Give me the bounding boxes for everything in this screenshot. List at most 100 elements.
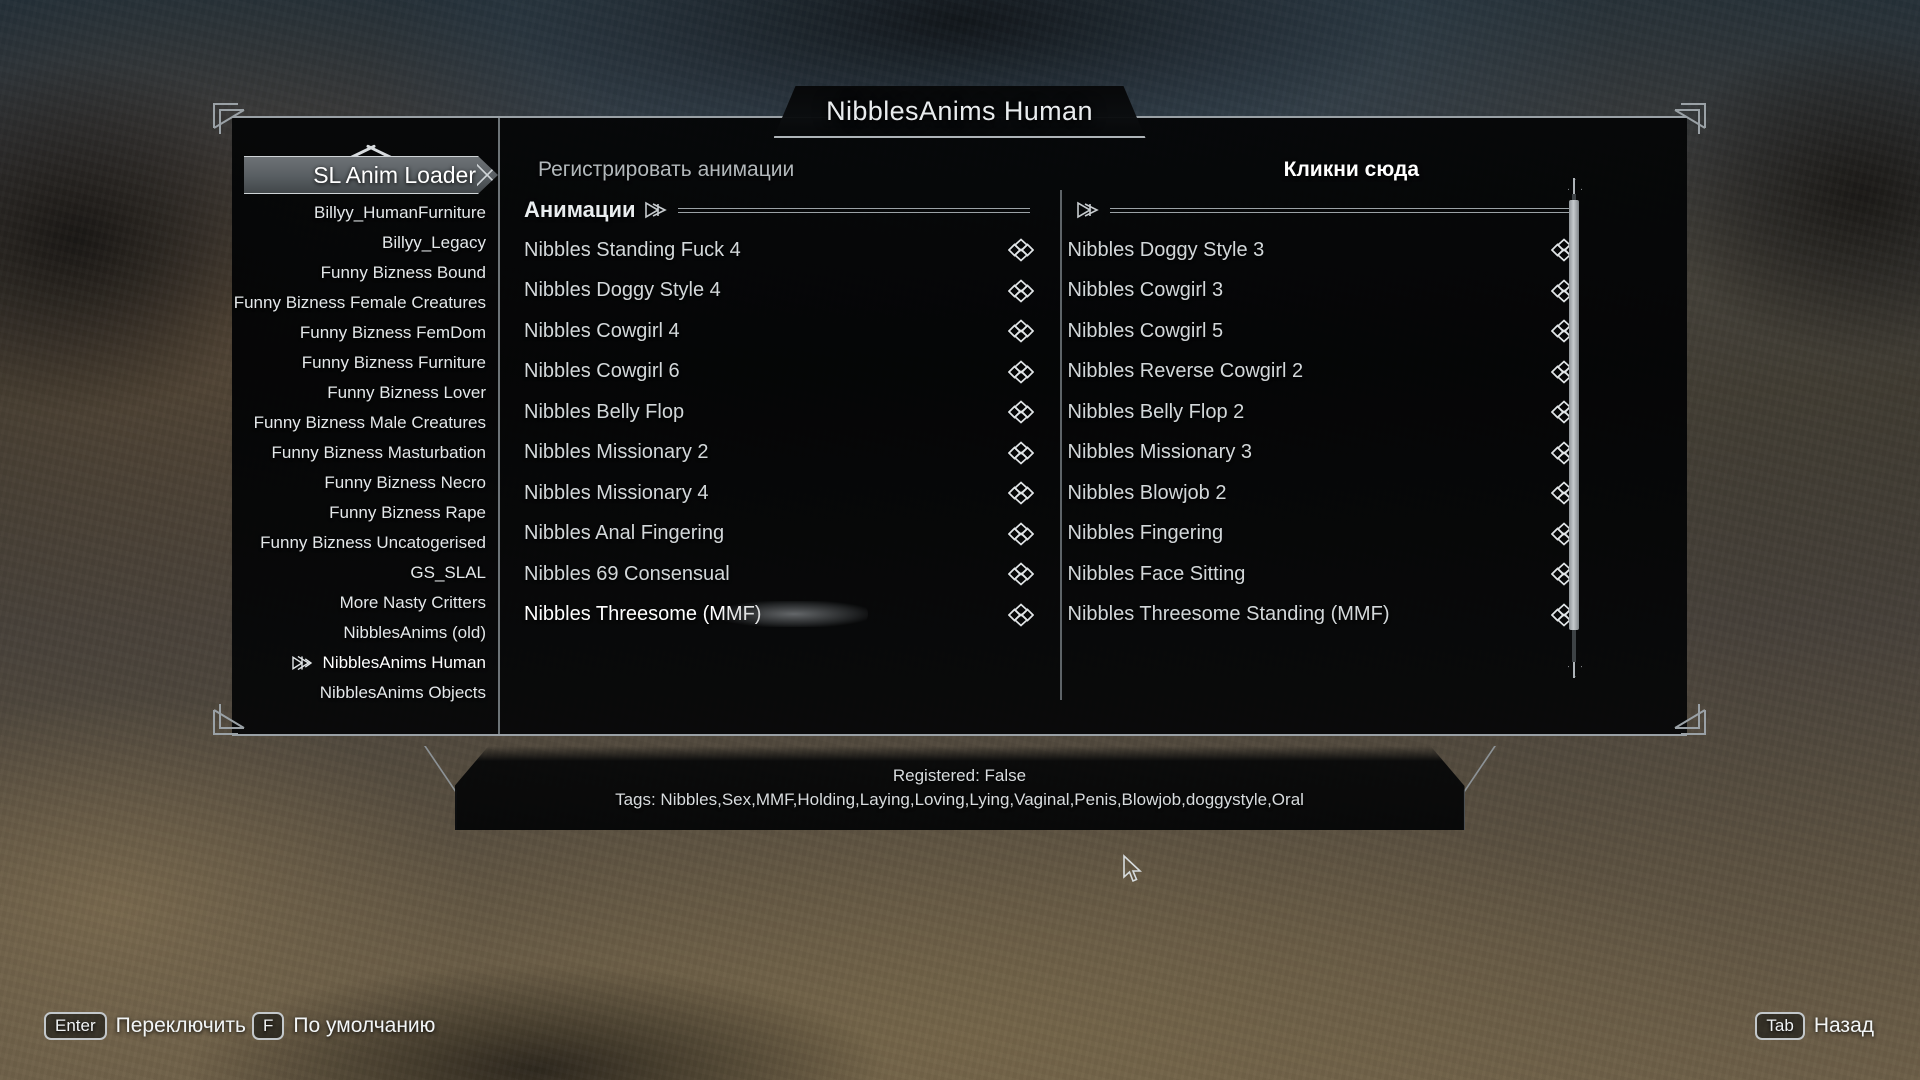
animation-checkbox[interactable] xyxy=(1007,481,1034,505)
animation-toggle-row[interactable]: Nibbles Fingering xyxy=(1068,514,1577,555)
mcm-menu: NibblesAnims Human SL Anim Loader Billyy… xyxy=(213,92,1706,883)
animation-toggle-row[interactable]: Nibbles Cowgirl 5 xyxy=(1068,311,1577,352)
sidebar-item-more-nasty-critters[interactable]: More Nasty Critters xyxy=(244,588,492,618)
header-rule xyxy=(1109,207,1573,213)
animation-checkbox[interactable] xyxy=(1007,360,1034,384)
animation-toggle-row[interactable]: Nibbles Cowgirl 3 xyxy=(1067,271,1577,312)
animation-name: Nibbles Threesome Standing (MMF) xyxy=(1067,603,1390,626)
chevron-up-icon xyxy=(348,131,394,147)
animation-toggle-row[interactable]: Nibbles Reverse Cowgirl 2 xyxy=(1067,352,1577,393)
animation-checkbox[interactable] xyxy=(1007,603,1034,627)
sidebar-item-label: Funny Bizness Furniture xyxy=(301,353,486,372)
mcm-content: Регистрировать анимации Кликни сюда Аним… xyxy=(516,118,1603,734)
sidebar-mod-header[interactable]: SL Anim Loader xyxy=(244,156,498,194)
animation-toggle-row[interactable]: Nibbles Cowgirl 6 xyxy=(524,352,1034,393)
sidebar-item-funny-bizness-necro[interactable]: Funny Bizness Necro xyxy=(244,468,492,498)
knot-checkbox-glyph xyxy=(1007,400,1034,424)
animation-toggle-row[interactable]: Nibbles Threesome (MMF) xyxy=(524,595,1034,636)
sidebar-item-label: GS_SLAL xyxy=(410,563,486,582)
sidebar-item-funny-bizness-rape[interactable]: Funny Bizness Rape xyxy=(244,498,492,528)
knot-checkbox-glyph xyxy=(1007,360,1034,384)
animation-name: Nibbles Doggy Style 4 xyxy=(524,279,721,302)
animation-checkbox[interactable] xyxy=(1007,441,1034,465)
animation-toggle-row[interactable]: Nibbles Belly Flop xyxy=(524,392,1034,433)
animation-name: Nibbles Doggy Style 3 xyxy=(1067,238,1265,261)
registered-status: Registered: False xyxy=(892,766,1027,785)
animation-name: Nibbles Missionary 4 xyxy=(524,481,709,504)
animation-checkbox[interactable] xyxy=(1007,238,1034,262)
current-page-marker-icon xyxy=(291,654,313,672)
animation-name: Nibbles Missionary 2 xyxy=(524,441,709,464)
key-hint-bar: Enter Переключить F По умолчанию Tab Наз… xyxy=(0,1012,1920,1052)
animation-name: Nibbles Cowgirl 3 xyxy=(1067,279,1224,302)
sidebar-item-nibblesanims-human[interactable]: NibblesAnims Human xyxy=(244,648,492,678)
scrollbar-thumb[interactable] xyxy=(1569,200,1579,630)
animation-toggle-row[interactable]: Nibbles Anal Fingering xyxy=(524,514,1034,555)
sidebar-item-label: Funny Bizness Bound xyxy=(320,263,486,282)
key-hint-back[interactable]: Tab Назад xyxy=(1755,1012,1874,1040)
sidebar-item-billyy-legacy[interactable]: Billyy_Legacy xyxy=(244,228,492,258)
animation-toggle-row[interactable]: Nibbles Doggy Style 3 xyxy=(1067,230,1577,271)
animation-checkbox[interactable] xyxy=(1007,319,1034,343)
tags-text: Tags: Nibbles,Sex,MMF,Holding,Laying,Lov… xyxy=(615,790,1304,809)
register-animations-value[interactable]: Кликни сюда xyxy=(1284,158,1419,182)
animation-checkbox[interactable] xyxy=(1007,522,1034,546)
animation-toggle-row[interactable]: Nibbles Doggy Style 4 xyxy=(524,271,1034,312)
sidebar-scroll-up-button[interactable] xyxy=(244,124,498,154)
animation-name: Nibbles Belly Flop xyxy=(524,400,685,423)
animation-toggle-row[interactable]: Nibbles Belly Flop 2 xyxy=(1068,392,1577,433)
animation-toggle-row[interactable]: Nibbles Missionary 2 xyxy=(524,433,1034,474)
left-column-header: Анимации xyxy=(524,190,1034,230)
sidebar-item-label: NibblesAnims Human xyxy=(322,653,486,672)
knot-marker-icon xyxy=(644,200,670,220)
sidebar-item-funny-bizness-furniture[interactable]: Funny Bizness Furniture xyxy=(244,348,492,378)
knot-marker-icon xyxy=(1076,200,1102,220)
sidebar-item-label: Billyy_HumanFurniture xyxy=(314,203,486,222)
knot-checkbox-glyph xyxy=(1007,238,1034,262)
animation-checkbox[interactable] xyxy=(1007,400,1034,424)
animation-checkbox[interactable] xyxy=(1007,562,1034,586)
sidebar-item-funny-bizness-femdom[interactable]: Funny Bizness FemDom xyxy=(244,318,492,348)
keycap-tab: Tab xyxy=(1755,1012,1805,1040)
keycap-f: F xyxy=(252,1012,285,1040)
sidebar-item-funny-bizness-female-creatures[interactable]: Funny Bizness Female Creatures xyxy=(234,288,492,318)
knot-checkbox-glyph xyxy=(1007,279,1034,303)
sidebar-item-funny-bizness-uncatogerised[interactable]: Funny Bizness Uncatogerised xyxy=(244,528,492,558)
knot-checkbox-glyph xyxy=(1007,522,1034,546)
knot-checkbox-glyph xyxy=(1007,441,1034,465)
sidebar-item-funny-bizness-lover[interactable]: Funny Bizness Lover xyxy=(244,378,492,408)
animation-toggle-row[interactable]: Nibbles 69 Consensual xyxy=(524,554,1034,595)
knot-checkbox-glyph xyxy=(1007,603,1034,627)
sidebar-item-billyy-humanfurniture[interactable]: Billyy_HumanFurniture xyxy=(244,198,492,228)
animation-name: Nibbles Reverse Cowgirl 2 xyxy=(1067,360,1304,383)
sidebar-item-funny-bizness-bound[interactable]: Funny Bizness Bound xyxy=(244,258,492,288)
sidebar-item-gs-slal[interactable]: GS_SLAL xyxy=(244,558,492,588)
key-hint-default[interactable]: F По умолчанию xyxy=(252,1012,435,1040)
right-column-header xyxy=(1068,190,1578,230)
animation-name: Nibbles Threesome (MMF) xyxy=(524,603,762,626)
key-hint-toggle[interactable]: Enter Переключить xyxy=(44,1012,246,1040)
right-column-rows: Nibbles Doggy Style 3 Nibbles Cowgirl 3 Ni… xyxy=(1067,230,1577,636)
animation-toggle-row[interactable]: Nibbles Face Sitting xyxy=(1068,554,1577,595)
animation-name: Nibbles 69 Consensual xyxy=(524,562,730,585)
info-box: Registered: False Tags: Nibbles,Sex,MMF,… xyxy=(455,746,1465,830)
animation-toggle-row[interactable]: Nibbles Cowgirl 4 xyxy=(524,311,1034,352)
content-scrollbar[interactable] xyxy=(1567,178,1581,678)
sidebar-item-funny-bizness-masturbation[interactable]: Funny Bizness Masturbation xyxy=(244,438,492,468)
animation-toggle-row[interactable]: Nibbles Blowjob 2 xyxy=(1068,473,1577,514)
animation-toggle-row[interactable]: Nibbles Standing Fuck 4 xyxy=(524,230,1034,271)
sidebar-item-funny-bizness-male-creatures[interactable]: Funny Bizness Male Creatures xyxy=(244,408,492,438)
sidebar-item-nibblesanims-objects[interactable]: NibblesAnims Objects xyxy=(244,678,492,708)
animation-toggle-row[interactable]: Nibbles Missionary 3 xyxy=(1068,433,1577,474)
scrollbar-top-cap xyxy=(1567,178,1581,194)
sidebar-item-label: Funny Bizness Uncatogerised xyxy=(260,533,486,552)
animation-toggle-row[interactable]: Nibbles Missionary 4 xyxy=(524,473,1034,514)
register-animations-row[interactable]: Регистрировать анимации Кликни сюда xyxy=(516,136,1603,184)
scrollbar-bottom-cap xyxy=(1567,662,1581,678)
sidebar-item-label: Billyy_Legacy xyxy=(382,233,486,252)
animation-checkbox[interactable] xyxy=(1007,279,1034,303)
sidebar-item-label: Funny Bizness FemDom xyxy=(299,323,486,342)
knot-checkbox-glyph xyxy=(1007,319,1034,343)
animation-toggle-row[interactable]: Nibbles Threesome Standing (MMF) xyxy=(1067,595,1577,636)
sidebar-item-nibblesanims-old[interactable]: NibblesAnims (old) xyxy=(244,618,492,648)
